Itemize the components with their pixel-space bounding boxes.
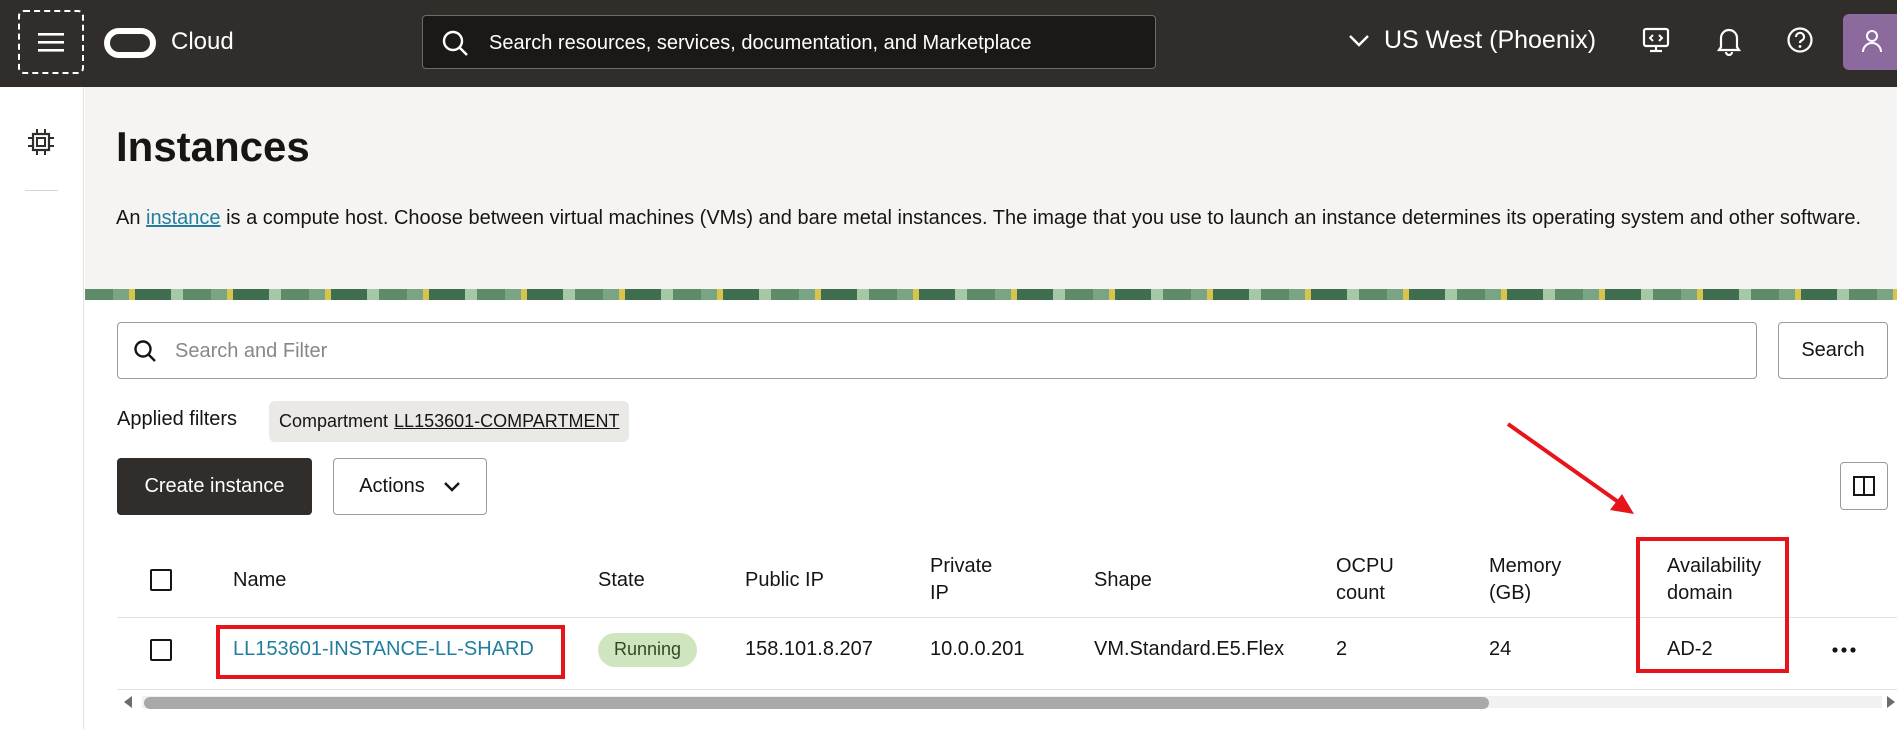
hamburger-icon (38, 33, 64, 52)
public-ip-cell: 158.101.8.207 (745, 638, 873, 660)
memory-header-line2: (GB) (1489, 582, 1532, 604)
left-rail (0, 87, 84, 729)
user-icon (1862, 30, 1882, 53)
header-divider (117, 617, 1897, 618)
scroll-left-arrow-icon[interactable] (122, 695, 134, 709)
ocpu-cell: 2 (1336, 638, 1348, 660)
filter-chip-value[interactable]: LL153601-COMPARTMENT (394, 411, 619, 432)
search-filter-placeholder: Search and Filter (175, 340, 328, 362)
create-instance-button[interactable]: Create instance (117, 458, 312, 515)
compartment-filter-chip[interactable]: Compartment LL153601-COMPARTMENT (269, 401, 630, 442)
page-title: Instances (116, 123, 310, 170)
user-avatar[interactable] (1843, 14, 1897, 70)
ocpu-header-line2: count (1336, 582, 1385, 604)
column-header-memory[interactable]: Memory (GB) (1489, 553, 1561, 607)
filter-chip-key: Compartment (279, 411, 389, 431)
column-header-ocpu[interactable]: OCPU count (1336, 553, 1394, 607)
memory-header-line1: Memory (1489, 555, 1562, 577)
bell-icon[interactable] (1716, 26, 1742, 56)
top-navigation-bar: Cloud Search resources, services, docume… (0, 0, 1897, 87)
scroll-thumb[interactable] (144, 697, 1489, 709)
rail-divider (25, 190, 58, 191)
row-divider (117, 689, 1897, 690)
region-label: US West (Phoenix) (1384, 26, 1597, 54)
navigation-menu-button[interactable] (18, 10, 84, 74)
search-icon (442, 30, 468, 56)
column-header-shape[interactable]: Shape (1094, 567, 1152, 594)
annotation-highlight-name (216, 625, 565, 679)
search-icon (134, 340, 156, 362)
actions-menu-button[interactable]: Actions (333, 458, 487, 515)
description-suffix: is a compute host. Choose between virtua… (220, 207, 1862, 229)
page-header: Instances An instance is a compute host.… (85, 87, 1897, 289)
global-search-placeholder: Search resources, services, documentatio… (489, 32, 1032, 54)
developer-tools-icon[interactable] (1642, 26, 1670, 54)
column-header-private-ip[interactable]: Private IP (930, 553, 992, 607)
actions-label: Actions (359, 475, 425, 497)
oracle-logo[interactable] (104, 28, 156, 58)
search-button[interactable]: Search (1778, 322, 1888, 379)
scroll-right-arrow-icon[interactable] (1885, 695, 1897, 709)
column-header-public-ip[interactable]: Public IP (745, 567, 824, 594)
status-badge: Running (598, 633, 698, 667)
decorative-banner (85, 289, 1897, 300)
brand-name[interactable]: Cloud (171, 28, 234, 56)
private-ip-cell: 10.0.0.201 (930, 638, 1025, 660)
more-icon[interactable] (1830, 638, 1858, 662)
private-ip-header-line1: Private (930, 555, 993, 577)
chevron-down-icon (1349, 34, 1369, 47)
applied-filters-label: Applied filters (117, 408, 238, 430)
search-filter-input[interactable]: Search and Filter (117, 322, 1757, 379)
help-icon[interactable] (1786, 26, 1814, 54)
private-ip-header-line2: IP (930, 582, 949, 604)
region-selector[interactable]: US West (Phoenix) (1348, 26, 1596, 55)
instance-doc-link[interactable]: instance (146, 207, 221, 229)
columns-icon (1853, 476, 1875, 496)
select-all-checkbox[interactable] (150, 569, 172, 591)
column-header-name[interactable]: Name (233, 567, 286, 594)
annotation-highlight-availability-domain (1636, 537, 1789, 673)
chevron-down-icon (443, 481, 460, 492)
page-description: An instance is a compute host. Choose be… (116, 205, 1896, 232)
manage-columns-button[interactable] (1840, 462, 1888, 510)
shape-cell: VM.Standard.E5.Flex (1094, 638, 1285, 660)
ocpu-header-line1: OCPU (1336, 555, 1394, 577)
global-search-input[interactable]: Search resources, services, documentatio… (422, 15, 1156, 69)
memory-cell: 24 (1489, 638, 1512, 660)
horizontal-scrollbar[interactable] (117, 692, 1897, 712)
annotation-arrow-icon (1506, 422, 1634, 514)
row-checkbox[interactable] (150, 639, 172, 661)
column-header-state[interactable]: State (598, 567, 645, 594)
description-prefix: An (116, 207, 147, 229)
compute-chip-icon[interactable] (26, 127, 56, 157)
